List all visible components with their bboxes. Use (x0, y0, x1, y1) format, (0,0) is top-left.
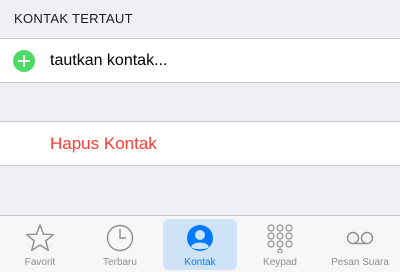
clock-icon (106, 224, 134, 252)
keypad-icon (267, 224, 293, 253)
person-icon (187, 225, 213, 251)
tab-kontak[interactable]: Kontak (163, 219, 237, 270)
tab-label: Terbaru (103, 257, 137, 268)
tab-bar: Favorit Terbaru Kontak Keypad Pesan Suar… (0, 215, 400, 272)
add-icon[interactable] (13, 50, 35, 72)
delete-contact-label: Hapus Kontak (50, 134, 157, 153)
tab-label: Pesan Suara (331, 257, 389, 268)
contact-edit-screen: KONTAK TERTAUT tautkan kontak... Hapus K… (0, 0, 400, 272)
tab-favorit[interactable]: Favorit (3, 219, 77, 270)
delete-contact-button[interactable]: Hapus Kontak (0, 121, 400, 166)
tab-pesan-suara[interactable]: Pesan Suara (323, 219, 397, 270)
link-contact-label: tautkan kontak... (50, 52, 168, 69)
link-contact-cell[interactable]: tautkan kontak... (0, 38, 400, 83)
tab-keypad[interactable]: Keypad (243, 219, 317, 270)
tab-label: Favorit (24, 257, 56, 268)
star-icon (25, 224, 55, 252)
voicemail-icon (346, 231, 374, 245)
linked-contacts-header: KONTAK TERTAUT (14, 11, 133, 26)
tab-label: Kontak (184, 257, 216, 268)
tab-terbaru[interactable]: Terbaru (83, 219, 157, 270)
tab-label: Keypad (263, 257, 297, 268)
